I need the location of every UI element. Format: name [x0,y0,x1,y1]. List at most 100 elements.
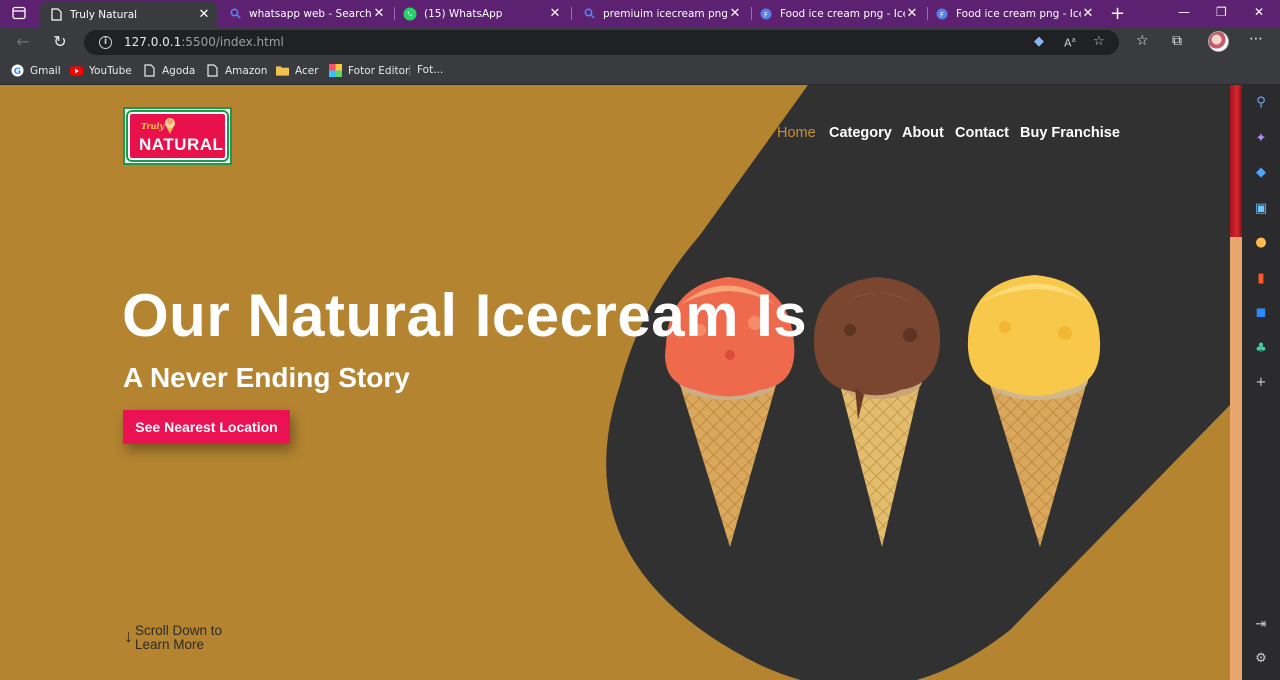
arrow-down-icon: ↓ [124,626,133,646]
page-icon [49,8,63,22]
tab-divider [571,7,572,20]
see-nearest-location-button[interactable]: See Nearest Location [123,410,290,444]
bookmark-youtube[interactable]: YouTube [70,64,132,77]
tab-title: Food ice cream png - Ice Cr [956,7,1081,20]
read-aloud-icon[interactable]: Aa [1064,36,1076,50]
bookmark-amazon[interactable]: Amazon [206,64,267,77]
fotor-icon [329,64,342,77]
bookmark-agoda[interactable]: Agoda [143,64,195,77]
bookmark-label: YouTube [89,64,132,77]
bookmark-fotor[interactable]: Fotor Editor [329,64,409,77]
tab-truly-natural[interactable]: Truly Natural ✕ [40,2,217,27]
nav-contact[interactable]: Contact [955,125,1009,141]
scrollbar-thumb[interactable] [1230,85,1242,237]
add-sidebar-app-icon[interactable]: + [1253,375,1269,391]
bookmark-acer[interactable]: Acer [276,64,319,77]
refresh-icon[interactable]: ↻ [50,32,70,52]
site-logo[interactable]: Truly NATURAL [123,107,232,165]
back-arrow-icon[interactable]: ← [13,32,33,52]
tab-title: Truly Natural [70,8,138,21]
tab-freepik-2[interactable]: F Food ice cream png - Ice Cr ✕ [931,0,1101,27]
window-close-icon[interactable]: ✕ [1254,5,1264,19]
scroll-hint-line1: Scroll Down to [135,623,223,638]
office-icon[interactable]: ▮ [1253,271,1269,287]
tab-divider [927,7,928,20]
hero-subtitle: A Never Ending Story [123,362,410,393]
address-toolbar: ← ↻ i 127.0.0.1:5500/index.html ◆ Aa ☆ ☆… [0,27,1280,57]
tab-actions-icon[interactable] [12,6,26,20]
tab-title: whatsapp web - Search [249,7,372,20]
add-favorite-icon[interactable]: ☆ [1093,34,1105,49]
tab-title: Food ice cream png - Ice Cr [780,7,905,20]
tab-whatsapp-search[interactable]: whatsapp web - Search ✕ [222,0,392,27]
tools-icon[interactable]: ▣ [1253,201,1269,217]
bookmarks-bar: G Gmail YouTube Agoda Amazon Acer Fotor … [0,57,1280,85]
shopping-tag-icon[interactable]: ◆ [1253,165,1269,181]
url-text[interactable]: 127.0.0.1:5500/index.html [124,35,284,49]
chocolate-cone [813,277,941,547]
hide-sidebar-icon[interactable]: ⇥ [1253,617,1269,633]
bookmark-label: Amazon [225,64,268,77]
close-icon[interactable]: ✕ [905,6,919,21]
logo-natural-text: NATURAL [139,135,224,154]
scroll-hint-text: Scroll Down to Learn More [135,623,222,652]
page-scrollbar[interactable] [1230,85,1242,680]
tab-whatsapp[interactable]: (15) WhatsApp ✕ [398,0,568,27]
nav-buy-franchise[interactable]: Buy Franchise [1020,125,1120,141]
copilot-sparkle-icon[interactable]: ✦ [1253,131,1269,147]
close-icon[interactable]: ✕ [197,7,211,22]
nav-home[interactable]: Home [777,125,816,141]
bookmark-label: Fotor Editor [348,64,410,77]
mango-cone [967,275,1101,547]
profile-avatar[interactable] [1208,31,1229,52]
hero-title: Our Natural Icecream Is [122,282,808,349]
page-icon [143,64,156,77]
tab-divider [394,7,395,20]
tab-title: (15) WhatsApp [424,7,503,20]
page-icon [206,64,219,77]
games-icon[interactable]: ● [1253,235,1269,251]
scroll-down-hint[interactable]: ↓ Scroll Down to Learn More [124,623,222,652]
more-menu-icon[interactable]: ⋯ [1249,31,1263,47]
close-icon[interactable]: ✕ [372,6,386,21]
collections-icon[interactable]: ⧉ [1172,33,1182,49]
nav-category[interactable]: Category [829,125,892,141]
address-bar[interactable]: i 127.0.0.1:5500/index.html ◆ Aa ☆ [84,30,1119,55]
drop-icon[interactable]: ♣ [1253,341,1269,357]
close-icon[interactable]: ✕ [1081,6,1095,21]
minimize-icon[interactable]: — [1178,5,1190,19]
search-icon [582,7,596,21]
tab-freepik-1[interactable]: F Food ice cream png - Ice Cr ✕ [755,0,925,27]
bookmark-label: Gmail [30,64,61,77]
tab-strip: Truly Natural ✕ whatsapp web - Search ✕ … [0,0,1280,27]
freepik-icon: F [935,7,949,21]
google-icon: G [11,64,24,77]
svg-text:F: F [940,10,944,18]
coupon-tag-icon[interactable]: ◆ [1034,34,1044,49]
info-icon[interactable]: i [99,36,112,49]
youtube-icon [70,64,83,77]
bookmark-gmail[interactable]: G Gmail [11,64,61,77]
nav-about[interactable]: About [902,125,944,141]
freepik-icon: F [759,7,773,21]
new-tab-icon[interactable]: + [1110,3,1125,24]
scroll-hint-line2: Learn More [135,637,205,652]
logo-badge: Truly NATURAL [126,110,229,162]
settings-gear-icon[interactable]: ⚙ [1253,651,1269,667]
bookmark-fot[interactable]: Fot... [417,64,443,76]
favorites-icon[interactable]: ☆ [1136,33,1149,49]
restore-icon[interactable]: ❐ [1216,5,1227,19]
search-icon[interactable]: ⚲ [1253,95,1269,111]
tab-title: premiuim icecream png - Se [603,7,728,20]
website-hero: Truly NATURAL Home Category About Contac… [0,85,1230,680]
close-icon[interactable]: ✕ [548,6,562,21]
bookmark-label: Agoda [162,64,196,77]
svg-text:F: F [764,10,768,18]
outlook-icon[interactable]: ◼ [1253,305,1269,321]
folder-icon [276,64,289,77]
close-icon[interactable]: ✕ [728,6,742,21]
tab-icecream-search[interactable]: premiuim icecream png - Se ✕ [576,0,748,27]
bookmark-label: Fot... [417,64,444,76]
svg-text:G: G [14,67,21,77]
edge-sidebar: ⚲ ✦ ◆ ▣ ● ▮ ◼ ♣ + ⇥ ⚙ [1242,85,1280,680]
